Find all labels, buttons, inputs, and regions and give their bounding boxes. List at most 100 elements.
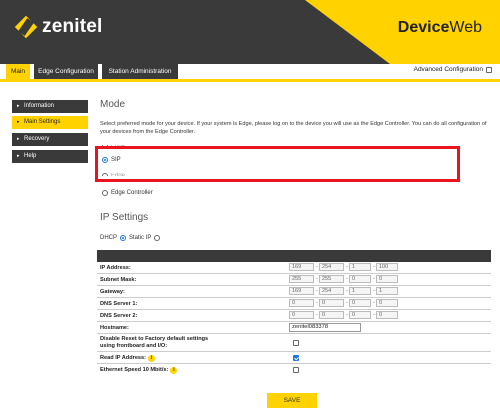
gateway-octet-2[interactable]: 254 bbox=[319, 287, 344, 295]
mode-option-edge-controller[interactable]: Edge Controller bbox=[102, 190, 153, 196]
disable-reset-row: Disable Reset to Factory default setting… bbox=[97, 334, 491, 352]
sidebar-item-label: Information bbox=[24, 103, 55, 109]
read-ip-checkbox[interactable] bbox=[293, 355, 299, 361]
gateway-octet-1[interactable]: 169 bbox=[289, 287, 314, 295]
ethernet-speed-checkbox[interactable] bbox=[293, 367, 299, 373]
hostname-label: Hostname: bbox=[100, 325, 129, 331]
sidebar-item-help[interactable]: ▸ Help bbox=[12, 150, 88, 163]
octet-separator: - bbox=[346, 264, 348, 270]
gateway-row: Gateway: 169 - 254 - 1 - 1 bbox=[97, 286, 491, 298]
product-title: DeviceWeb bbox=[398, 19, 482, 37]
ip-address-octet-4[interactable]: 100 bbox=[376, 263, 398, 271]
disable-reset-label-line1: Disable Reset to Factory default setting… bbox=[100, 336, 209, 342]
tab-main[interactable]: Main bbox=[6, 64, 30, 79]
save-button[interactable]: SAVE bbox=[267, 393, 317, 408]
octet-separator: - bbox=[316, 288, 318, 294]
info-icon[interactable]: i bbox=[170, 367, 178, 374]
tab-station-administration[interactable]: Station Administration bbox=[102, 64, 178, 79]
dns-server-1-octet-2[interactable]: 0 bbox=[319, 299, 344, 307]
ip-address-octet-1[interactable]: 169 bbox=[289, 263, 314, 271]
ip-address-row: IP Address: 169 - 254 - 1 - 100 bbox=[97, 262, 491, 274]
dns-server-1-octet-1[interactable]: 0 bbox=[289, 299, 314, 307]
dhcp-label: DHCP bbox=[100, 235, 118, 241]
sidebar-item-label: Help bbox=[24, 153, 37, 159]
subnet-mask-octet-1[interactable]: 255 bbox=[289, 275, 314, 283]
header-wedge bbox=[305, 0, 390, 64]
gateway-label: Gateway: bbox=[100, 289, 125, 295]
ip-table-header bbox=[97, 250, 491, 262]
dns-server-1-row: DNS Server 1: 0 - 0 - 0 - 0 bbox=[97, 298, 491, 310]
octet-separator: - bbox=[346, 288, 348, 294]
ethernet-speed-label-wrap: Ethernet Speed 10 Mbit/s: i bbox=[100, 367, 178, 374]
tabbar-underline bbox=[0, 79, 500, 82]
sidebar-item-label: Main Settings bbox=[24, 119, 61, 125]
octet-separator: - bbox=[316, 276, 318, 282]
octet-separator: - bbox=[373, 312, 375, 318]
ip-mode-selector: DHCP Static IP bbox=[100, 235, 161, 241]
static-ip-radio[interactable] bbox=[154, 235, 161, 241]
product-title-suffix: Web bbox=[449, 19, 482, 36]
subnet-mask-octet-3[interactable]: 0 bbox=[349, 275, 371, 283]
hostname-row: Hostname: zenitel083378 bbox=[97, 322, 491, 334]
dns-server-2-octet-1[interactable]: 0 bbox=[289, 311, 314, 319]
dns-server-1-label: DNS Server 1: bbox=[100, 301, 138, 307]
dns-server-2-label: DNS Server 2: bbox=[100, 313, 138, 319]
advanced-configuration-label: Advanced Configuration bbox=[413, 66, 483, 73]
read-ip-label-wrap: Read IP Address: i bbox=[100, 355, 156, 362]
octet-separator: - bbox=[316, 300, 318, 306]
dns-server-1-octet-3[interactable]: 0 bbox=[349, 299, 371, 307]
octet-separator: - bbox=[373, 288, 375, 294]
mode-option-label: Edge Controller bbox=[111, 190, 153, 196]
chevron-right-icon: ▸ bbox=[17, 103, 20, 109]
octet-separator: - bbox=[346, 300, 348, 306]
read-ip-row: Read IP Address: i bbox=[97, 352, 491, 364]
static-ip-label: Static IP bbox=[129, 235, 152, 241]
dns-server-2-octet-4[interactable]: 0 bbox=[376, 311, 398, 319]
subnet-mask-octet-4[interactable]: 0 bbox=[376, 275, 398, 283]
ip-settings-title: IP Settings bbox=[100, 212, 149, 223]
ip-address-octet-2[interactable]: 254 bbox=[319, 263, 344, 271]
tab-edge-configuration[interactable]: Edge Configuration bbox=[34, 64, 98, 79]
advanced-configuration-checkbox[interactable] bbox=[486, 66, 492, 73]
dhcp-radio[interactable] bbox=[120, 235, 127, 241]
sidebar-item-main-settings[interactable]: ▸ Main Settings bbox=[12, 116, 88, 129]
octet-separator: - bbox=[316, 264, 318, 270]
chevron-right-icon: ▸ bbox=[17, 119, 20, 125]
octet-separator: - bbox=[373, 264, 375, 270]
octet-separator: - bbox=[316, 312, 318, 318]
dns-server-2-octet-2[interactable]: 0 bbox=[319, 311, 344, 319]
subnet-mask-label: Subnet Mask: bbox=[100, 277, 137, 283]
ip-address-octet-3[interactable]: 1 bbox=[349, 263, 371, 271]
disable-reset-checkbox[interactable] bbox=[293, 340, 299, 346]
octet-separator: - bbox=[373, 276, 375, 282]
octet-separator: - bbox=[346, 276, 348, 282]
disable-reset-label-line2: using frontboard and I/O: bbox=[100, 343, 168, 349]
read-ip-label: Read IP Address: bbox=[100, 355, 147, 361]
info-icon[interactable]: i bbox=[148, 355, 156, 362]
subnet-mask-octet-2[interactable]: 255 bbox=[319, 275, 344, 283]
chevron-right-icon: ▸ bbox=[17, 153, 20, 159]
dns-server-2-row: DNS Server 2: 0 - 0 - 0 - 0 bbox=[97, 310, 491, 322]
gateway-octet-3[interactable]: 1 bbox=[349, 287, 371, 295]
ip-address-label: IP Address: bbox=[100, 265, 131, 271]
dns-server-1-octet-4[interactable]: 0 bbox=[376, 299, 398, 307]
app-header: zenitel DeviceWeb bbox=[0, 0, 500, 64]
ethernet-speed-label: Ethernet Speed 10 Mbit/s: bbox=[100, 367, 169, 373]
disable-reset-label: Disable Reset to Factory default setting… bbox=[100, 336, 208, 350]
hostname-input[interactable]: zenitel083378 bbox=[289, 323, 361, 332]
subnet-mask-row: Subnet Mask: 255 - 255 - 0 - 0 bbox=[97, 274, 491, 286]
dns-server-2-octet-3[interactable]: 0 bbox=[349, 311, 371, 319]
gateway-octet-4[interactable]: 1 bbox=[376, 287, 398, 295]
mode-title: Mode bbox=[100, 99, 126, 110]
octet-separator: - bbox=[346, 312, 348, 318]
mode-description: Select preferred mode for your device. I… bbox=[100, 121, 487, 135]
sidebar-item-information[interactable]: ▸ Information bbox=[12, 100, 88, 113]
zenitel-logo: zenitel bbox=[14, 15, 103, 39]
advanced-configuration: Advanced Configuration bbox=[414, 66, 492, 73]
zenitel-logo-mark-icon bbox=[14, 15, 38, 39]
sip-highlight-box bbox=[95, 146, 460, 182]
product-title-prefix: Device bbox=[397, 19, 450, 36]
mode-edge-controller-radio[interactable] bbox=[102, 190, 108, 196]
sidebar-item-recovery[interactable]: ▸ Recovery bbox=[12, 133, 88, 146]
brand-name: zenitel bbox=[42, 16, 103, 37]
